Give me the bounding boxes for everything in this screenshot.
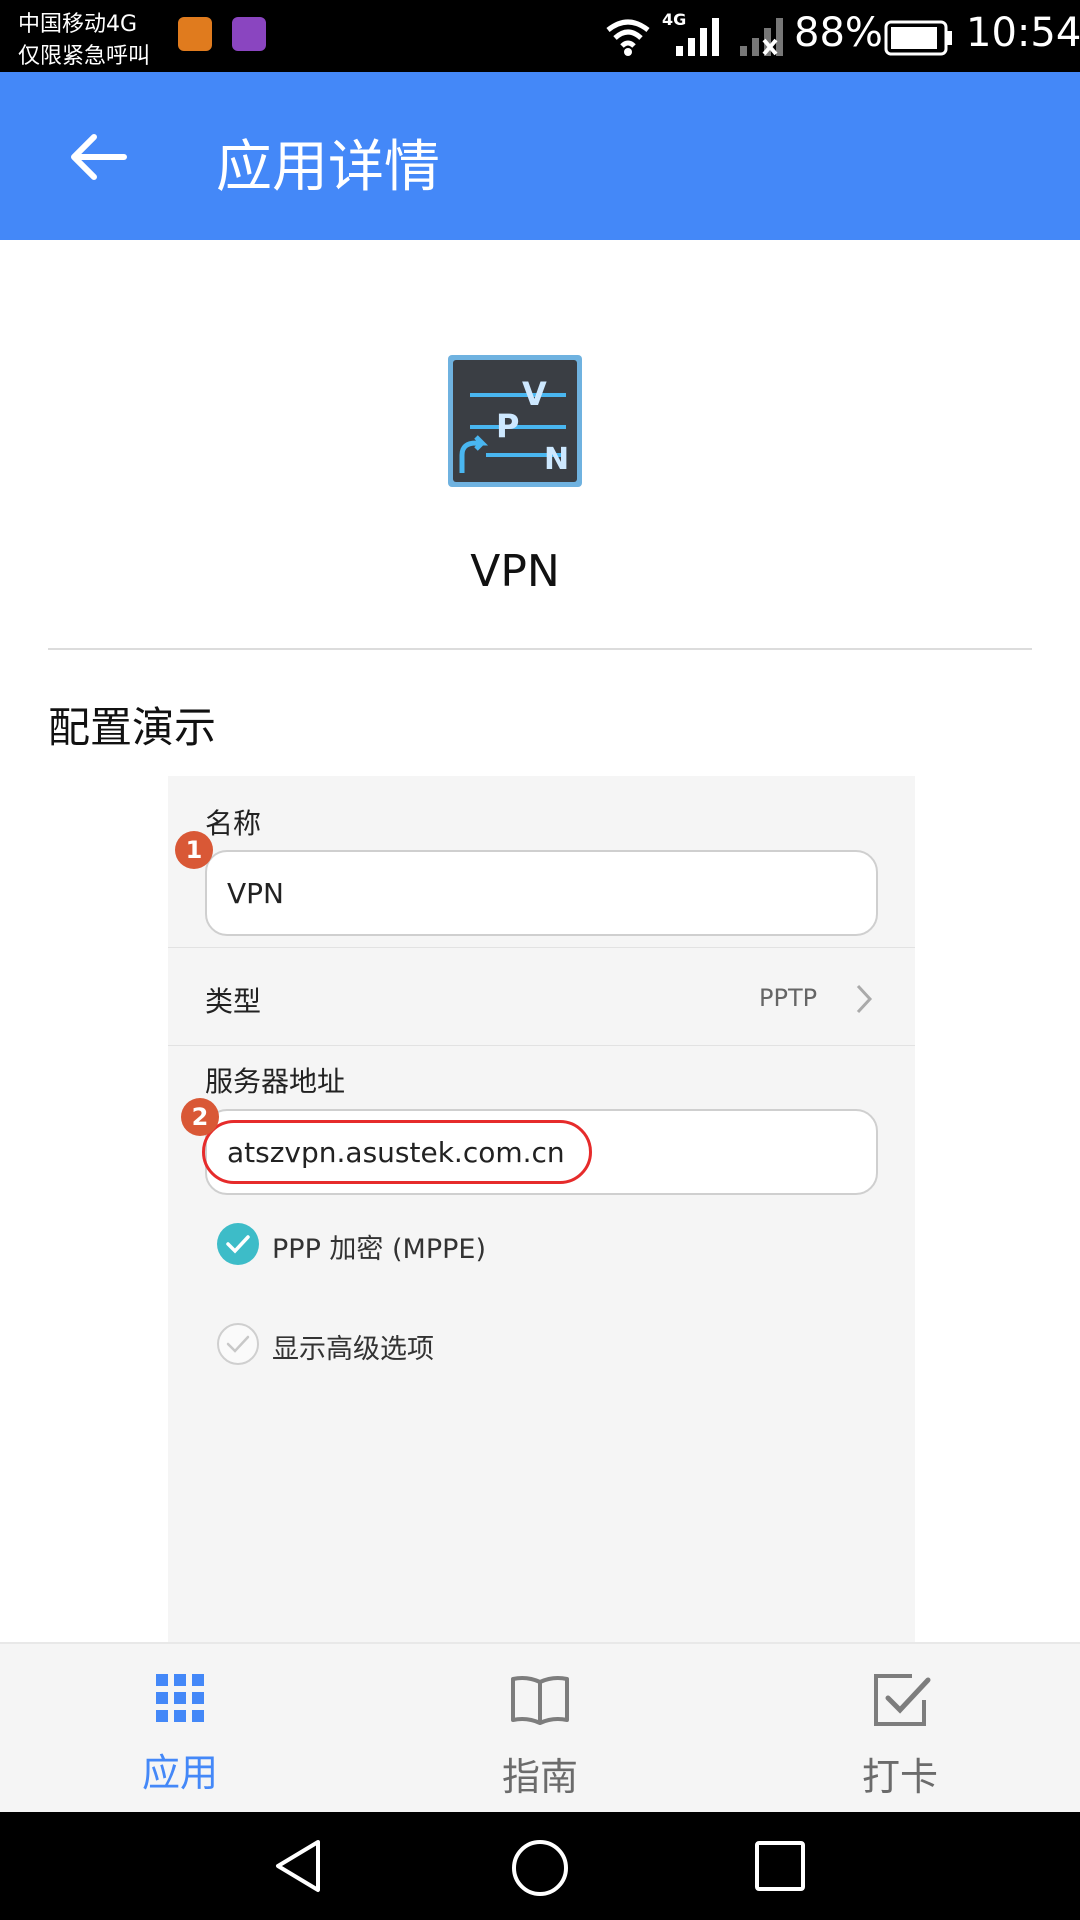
vpn-app-icon: V P N — [448, 355, 582, 487]
svg-text:P: P — [496, 407, 519, 445]
chevron-right-icon — [856, 984, 873, 1014]
no-signal-icon — [740, 18, 783, 56]
nav-item-guide[interactable]: 指南 — [440, 1660, 640, 1800]
page-title: 应用详情 — [216, 135, 440, 200]
nav-label-checkin: 打卡 — [861, 1755, 938, 1799]
svg-text:V: V — [522, 375, 547, 413]
section-title: 配置演示 — [48, 703, 217, 752]
highlight-ring — [202, 1120, 592, 1184]
divider — [48, 648, 1032, 650]
arrow-left-icon[interactable] — [68, 132, 128, 182]
carrier-text: 中国移动4G — [18, 12, 138, 37]
type-value: PPTP — [759, 984, 818, 1012]
grid-icon — [156, 1674, 204, 1722]
app-bar — [0, 72, 1080, 240]
signal-strength-icon — [676, 18, 719, 56]
back-triangle-icon[interactable] — [272, 1838, 324, 1894]
clock: 10:54 — [966, 10, 1080, 56]
separator — [168, 1045, 915, 1046]
nav-item-apps[interactable]: 应用 — [80, 1660, 280, 1800]
app-name: VPN — [470, 546, 560, 597]
svg-text:N: N — [544, 442, 569, 477]
name-field[interactable]: VPN — [205, 850, 878, 936]
advanced-options-label: 显示高级选项 — [272, 1334, 434, 1365]
heart-app-notification-icon — [178, 17, 212, 51]
battery-percent: 88% — [794, 10, 883, 56]
nav-item-checkin[interactable]: 打卡 — [800, 1660, 1000, 1800]
checkmark-icon — [226, 1335, 250, 1353]
step-badge-2: 2 — [181, 1098, 219, 1136]
book-icon — [511, 1676, 569, 1725]
advanced-options-checkbox[interactable] — [217, 1323, 259, 1365]
server-address-label: 服务器地址 — [205, 1065, 346, 1098]
emergency-only-text: 仅限紧急呼叫 — [18, 44, 151, 69]
step-badge-1: 1 — [175, 831, 213, 869]
name-field-value: VPN — [227, 876, 284, 910]
checkmark-icon — [226, 1235, 250, 1254]
battery-icon — [884, 20, 952, 56]
ppp-encryption-checkbox[interactable] — [217, 1223, 259, 1265]
nav-label-guide: 指南 — [501, 1755, 578, 1799]
gallery-notification-icon — [232, 17, 266, 51]
nav-label-apps: 应用 — [141, 1751, 218, 1795]
name-label: 名称 — [205, 807, 262, 840]
checkbox-icon — [874, 1674, 931, 1726]
status-bar: 中国移动4G 仅限紧急呼叫 4G 88% 10:54 — [0, 0, 1080, 72]
wifi-icon — [606, 19, 650, 56]
type-label: 类型 — [205, 985, 262, 1018]
ppp-encryption-label: PPP 加密 (MPPE) — [272, 1234, 486, 1265]
home-circle-icon[interactable] — [510, 1838, 570, 1898]
recent-apps-square-icon[interactable] — [754, 1840, 806, 1892]
